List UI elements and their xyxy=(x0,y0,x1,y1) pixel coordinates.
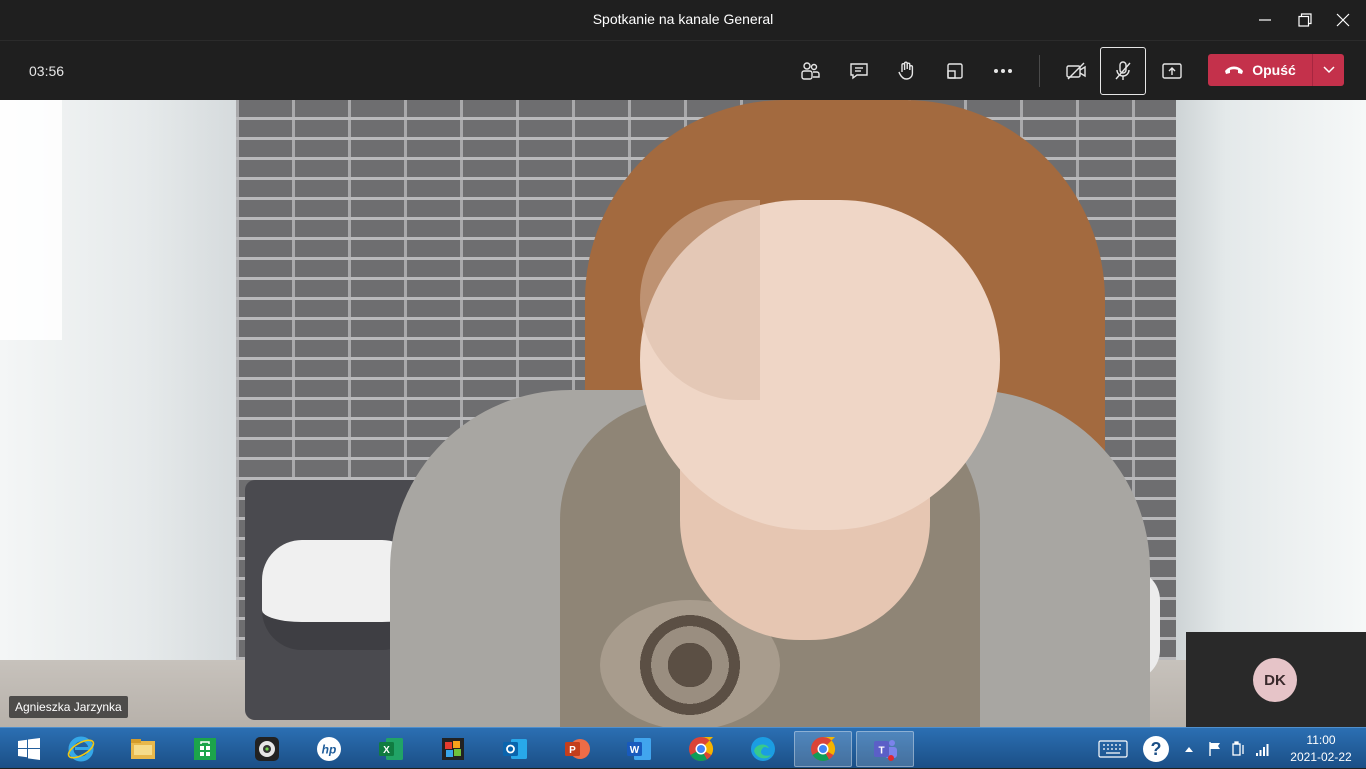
flag-icon xyxy=(1209,741,1220,756)
keyboard-icon xyxy=(1098,739,1128,758)
excel-icon: X xyxy=(379,738,403,760)
avatar: DK xyxy=(1253,658,1297,702)
raise-hand-button[interactable] xyxy=(884,47,930,95)
toolbar-divider xyxy=(1039,55,1040,87)
participant-video xyxy=(0,100,1366,727)
camera-off-icon xyxy=(1066,62,1086,80)
title-bar: Spotkanie na kanale General xyxy=(0,0,1366,40)
chrome-icon xyxy=(689,737,714,762)
clock-time: 11:00 xyxy=(1306,733,1336,747)
meeting-toolbar: 03:56 xyxy=(0,40,1366,100)
more-actions-button[interactable] xyxy=(980,47,1026,95)
video-window-light xyxy=(0,100,62,340)
leave-label: Opuść xyxy=(1252,62,1296,78)
windows-taskbar: hp X P W T ? 11:00 2021-02-22 xyxy=(0,727,1366,768)
taskbar-powerpoint[interactable]: P xyxy=(548,731,606,767)
taskbar-chrome[interactable] xyxy=(672,731,730,767)
share-content-button[interactable] xyxy=(1149,47,1195,95)
restore-icon xyxy=(1298,13,1312,27)
teams-icon: T xyxy=(874,740,897,761)
taskbar-internet-explorer[interactable] xyxy=(52,731,110,767)
leave-main-button[interactable]: Opuść xyxy=(1208,54,1312,86)
chat-icon xyxy=(850,63,868,80)
svg-text:P: P xyxy=(569,745,576,756)
chevron-down-icon xyxy=(1322,66,1335,74)
clock-date: 2021-02-22 xyxy=(1290,750,1352,764)
battery-icon xyxy=(1232,740,1244,756)
close-button[interactable] xyxy=(1320,0,1366,40)
internet-explorer-icon xyxy=(67,736,95,762)
chrome-icon xyxy=(811,737,836,762)
taskbar-file-explorer[interactable] xyxy=(114,731,172,767)
start-button[interactable] xyxy=(0,731,58,767)
svg-text:X: X xyxy=(383,745,390,756)
microphone-toggle-button[interactable] xyxy=(1100,47,1146,95)
svg-text:T: T xyxy=(878,746,884,757)
show-hidden-icons-button[interactable] xyxy=(1184,728,1194,769)
taskbar-excel[interactable]: X xyxy=(362,731,420,767)
leave-options-button[interactable] xyxy=(1313,54,1344,86)
action-center-flag-button[interactable] xyxy=(1207,728,1223,769)
taskbar-chrome-running[interactable] xyxy=(794,731,852,767)
help-icon: ? xyxy=(1143,735,1169,762)
network-button[interactable] xyxy=(1255,728,1271,769)
svg-text:?: ? xyxy=(1151,739,1162,759)
raise-hand-icon xyxy=(898,61,914,80)
help-button[interactable]: ? xyxy=(1141,728,1171,769)
leave-button[interactable]: Opuść xyxy=(1208,54,1344,86)
hang-up-icon xyxy=(1225,66,1244,74)
hp-logo-icon: hp xyxy=(317,737,341,761)
webcam-icon xyxy=(255,737,279,761)
outlook-icon xyxy=(503,739,527,759)
participant-name-tag: Agnieszka Jarzynka xyxy=(9,696,128,718)
taskbar-edge[interactable] xyxy=(734,731,792,767)
taskbar-clock[interactable]: 11:00 2021-02-22 xyxy=(1286,732,1356,766)
touch-keyboard-button[interactable] xyxy=(1098,728,1128,769)
close-icon xyxy=(1336,13,1350,27)
participants-button[interactable] xyxy=(787,47,833,95)
camera-toggle-button[interactable] xyxy=(1053,47,1099,95)
signal-icon xyxy=(1256,743,1269,756)
svg-text:hp: hp xyxy=(322,743,337,757)
share-screen-icon xyxy=(1162,63,1182,79)
store-icon xyxy=(194,738,216,760)
minimize-icon xyxy=(1259,19,1271,21)
window-title: Spotkanie na kanale General xyxy=(592,11,774,27)
taskbar-microsoft-store[interactable] xyxy=(176,731,234,767)
chat-button[interactable] xyxy=(836,47,882,95)
more-icon xyxy=(994,69,1012,73)
taskbar-teams[interactable]: T xyxy=(856,731,914,767)
word-icon: W xyxy=(627,738,651,760)
puzzle-icon xyxy=(442,738,464,760)
folder-icon xyxy=(131,739,155,759)
svg-text:W: W xyxy=(630,745,640,756)
windows-logo-icon xyxy=(18,738,40,760)
taskbar-puzzle-app[interactable] xyxy=(424,731,482,767)
edge-icon xyxy=(751,737,775,761)
participants-icon xyxy=(801,62,820,80)
rooms-button[interactable] xyxy=(932,47,978,95)
taskbar-webcam-app[interactable] xyxy=(238,731,296,767)
breakout-rooms-icon xyxy=(947,63,963,79)
chevron-up-icon xyxy=(1185,746,1193,752)
taskbar-word[interactable]: W xyxy=(610,731,668,767)
microphone-off-icon xyxy=(1115,61,1131,80)
powerpoint-icon: P xyxy=(565,739,590,759)
battery-button[interactable] xyxy=(1231,728,1247,769)
taskbar-outlook[interactable] xyxy=(486,731,544,767)
meeting-timer: 03:56 xyxy=(29,63,65,79)
taskbar-hp[interactable]: hp xyxy=(300,731,358,767)
